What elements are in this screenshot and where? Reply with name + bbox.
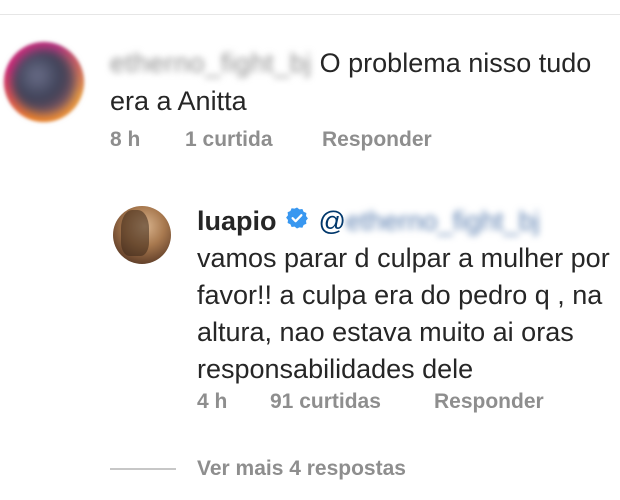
reply-avatar[interactable]: [113, 206, 171, 264]
reply-mention-name[interactable]: etherno_fight_bj: [346, 203, 540, 239]
comment-time: 8 h: [110, 128, 141, 151]
comment-likes[interactable]: 1 curtida: [185, 128, 273, 152]
reply-mention[interactable]: @: [319, 206, 346, 236]
comment-body: etherno_fight_bj O problema nisso tudo er…: [110, 44, 615, 120]
view-more-replies-button[interactable]: Ver mais 4 respostas: [197, 457, 406, 481]
reply-username[interactable]: luapio: [197, 206, 277, 236]
view-more-line: [110, 468, 176, 470]
avatar[interactable]: [11, 49, 77, 115]
reply-reply-button[interactable]: Responder: [434, 390, 544, 414]
reply-text: vamos parar d culpar a mulher por favor!…: [197, 243, 610, 384]
reply-time: 4 h: [197, 390, 228, 413]
reply-header: luapio @etherno_fight_bj: [197, 203, 540, 243]
comment-username[interactable]: etherno_fight_bj: [110, 44, 312, 82]
comment-reply-button[interactable]: Responder: [322, 128, 432, 152]
verified-badge-icon: [285, 203, 309, 239]
reply-likes[interactable]: 91 curtidas: [270, 390, 381, 414]
divider: [0, 14, 620, 15]
